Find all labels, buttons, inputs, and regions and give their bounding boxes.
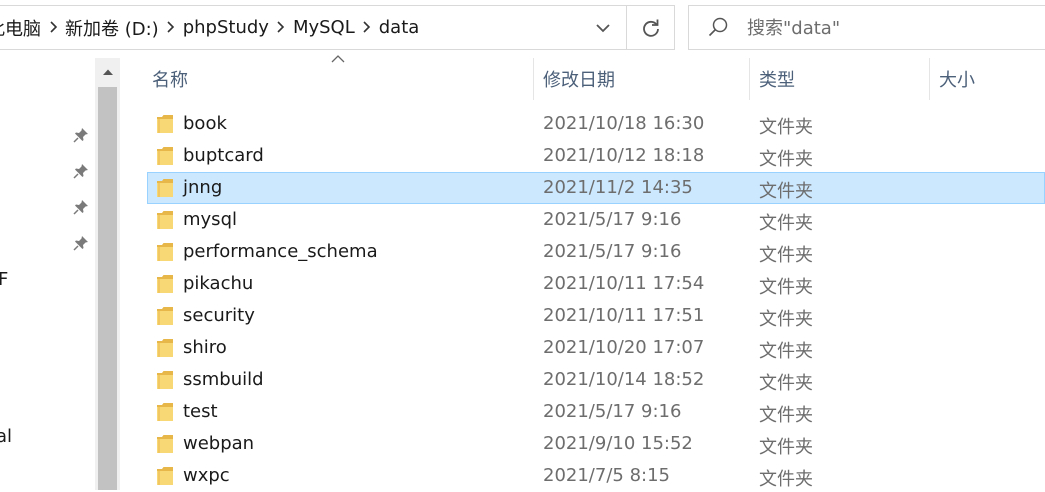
chevron-right-icon[interactable] [41,20,65,36]
file-row[interactable]: performance_schema 2021/5/17 9:16 文件夹 [147,236,1045,268]
breadcrumb-phpstudy[interactable]: phpStudy [183,17,269,38]
search-box[interactable] [688,5,1045,50]
file-type: 文件夹 [759,213,813,234]
file-modified-date: 2021/10/14 18:52 [543,369,705,390]
folder-icon [157,179,173,197]
column-divider[interactable] [929,58,930,100]
nav-pane-scrollbar[interactable] [95,58,120,490]
file-row[interactable]: wxpc 2021/7/5 8:15 文件夹 [147,460,1045,492]
search-icon [708,17,728,37]
file-row[interactable]: book 2021/10/18 16:30 文件夹 [147,108,1045,140]
folder-icon [157,371,173,389]
file-row[interactable]: ssmbuild 2021/10/14 18:52 文件夹 [147,364,1045,396]
refresh-icon [642,19,659,37]
column-header-type[interactable]: 类型 [759,66,795,92]
file-row[interactable]: mysql 2021/5/17 9:16 文件夹 [147,204,1045,236]
column-divider[interactable] [533,58,534,100]
file-modified-date: 2021/5/17 9:16 [543,401,682,422]
file-modified-date: 2021/10/20 17:07 [543,337,705,358]
navigation-pane[interactable]: F al [0,58,95,490]
chevron-right-icon[interactable] [269,20,293,36]
folder-icon [157,307,173,325]
folder-icon [157,403,173,421]
column-header-date[interactable]: 修改日期 [543,66,615,92]
file-name: shiro [183,337,227,358]
file-type: 文件夹 [759,437,813,458]
file-row[interactable]: pikachu 2021/10/11 17:54 文件夹 [147,268,1045,300]
pin-icon[interactable] [72,126,90,144]
address-history-dropdown[interactable] [590,14,616,42]
file-modified-date: 2021/5/17 9:16 [543,241,682,262]
file-name: webpan [183,433,255,454]
chevron-down-icon [596,24,610,33]
file-type: 文件夹 [759,373,813,394]
file-name: buptcard [183,145,264,166]
file-type: 文件夹 [759,181,813,202]
file-row[interactable]: test 2021/5/17 9:16 文件夹 [147,396,1045,428]
folder-icon [157,339,173,357]
file-type: 文件夹 [759,309,813,330]
sort-ascending-icon [331,55,345,63]
file-name: pikachu [183,273,254,294]
file-name: mysql [183,209,237,230]
chevron-right-icon[interactable] [159,20,183,36]
file-type: 文件夹 [759,245,813,266]
folder-icon [157,211,173,229]
column-header-size[interactable]: 大小 [939,66,975,92]
scroll-up-button[interactable] [95,58,120,86]
file-name: book [183,113,227,134]
file-modified-date: 2021/10/11 17:51 [543,305,705,326]
folder-icon [157,435,173,453]
nav-item-label[interactable]: al [0,426,12,447]
file-type: 文件夹 [759,117,813,138]
nav-item-label[interactable]: F [0,269,8,290]
refresh-button[interactable] [626,6,674,49]
file-modified-date: 2021/5/17 9:16 [543,209,682,230]
breadcrumb-mysql[interactable]: MySQL [293,17,355,38]
file-name: test [183,401,218,422]
caret-up-icon [102,69,113,75]
file-modified-date: 2021/11/2 14:35 [543,177,693,198]
file-row[interactable]: webpan 2021/9/10 15:52 文件夹 [147,428,1045,460]
file-type: 文件夹 [759,341,813,362]
folder-icon [157,275,173,293]
file-name: ssmbuild [183,369,264,390]
file-row[interactable]: shiro 2021/10/20 17:07 文件夹 [147,332,1045,364]
file-row[interactable]: jnng 2021/11/2 14:35 文件夹 [147,172,1045,204]
search-input[interactable] [745,10,1045,46]
file-modified-date: 2021/10/11 17:54 [543,273,705,294]
folder-icon [157,243,173,261]
breadcrumb: 此电脑 新加卷 (D:) phpStudy MySQL data [0,6,419,49]
file-type: 文件夹 [759,277,813,298]
file-list: book 2021/10/18 16:30 文件夹 buptcard 2021/10/1… [147,108,1045,492]
breadcrumb-drive-d[interactable]: 新加卷 (D:) [65,15,159,41]
file-name: performance_schema [183,241,378,262]
chevron-right-icon[interactable] [355,20,379,36]
file-type: 文件夹 [759,469,813,490]
folder-icon [157,467,173,485]
column-header-name[interactable]: 名称 [152,66,188,92]
folder-icon [157,115,173,133]
file-modified-date: 2021/10/18 16:30 [543,113,705,134]
scrollbar-thumb[interactable] [98,87,117,490]
file-name: security [183,305,255,326]
breadcrumb-this-pc[interactable]: 此电脑 [0,15,41,41]
file-row[interactable]: security 2021/10/11 17:51 文件夹 [147,300,1045,332]
file-type: 文件夹 [759,405,813,426]
address-bar[interactable]: 此电脑 新加卷 (D:) phpStudy MySQL data [0,5,675,50]
column-divider[interactable] [749,58,750,100]
file-modified-date: 2021/10/12 18:18 [543,145,705,166]
file-row[interactable]: buptcard 2021/10/12 18:18 文件夹 [147,140,1045,172]
column-header-row: 名称 修改日期 类型 大小 [120,55,1045,100]
folder-icon [157,147,173,165]
file-type: 文件夹 [759,149,813,170]
pin-icon[interactable] [72,162,90,180]
breadcrumb-data[interactable]: data [379,17,420,38]
file-modified-date: 2021/9/10 15:52 [543,433,693,454]
file-name: wxpc [183,465,230,486]
pin-icon[interactable] [72,198,90,216]
file-modified-date: 2021/7/5 8:15 [543,465,670,486]
pin-icon[interactable] [72,234,90,252]
file-name: jnng [183,177,223,198]
